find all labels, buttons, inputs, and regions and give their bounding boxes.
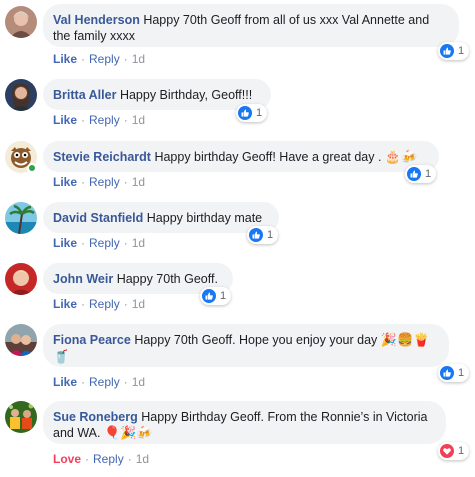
- comment-bubble: Sue Roneberg Happy Birthday Geoff. From …: [43, 401, 446, 444]
- comment-actions: Like · Reply · 1d: [53, 113, 146, 127]
- reaction-count-badge[interactable]: 1: [247, 226, 279, 244]
- reaction-count-badge[interactable]: 1: [438, 364, 470, 382]
- comment-author[interactable]: Britta Aller: [53, 88, 116, 102]
- comment-bubble: David Stanfield Happy birthday mate: [43, 202, 279, 233]
- reaction-count: 1: [220, 290, 227, 302]
- comment-text: Happy birthday Geoff! Have a great day .: [154, 150, 382, 164]
- comment-actions: Like · Reply · 1d: [53, 52, 146, 66]
- love-icon: [440, 444, 454, 458]
- like-link[interactable]: Like: [53, 175, 77, 189]
- like-icon: [440, 44, 454, 58]
- like-link[interactable]: Like: [53, 113, 77, 127]
- comment-emoji: 🎂🍻: [384, 150, 418, 165]
- reaction-count-badge[interactable]: 1: [405, 165, 437, 183]
- comment-text: Happy 70th Geoff.: [116, 272, 218, 286]
- reaction-count: 1: [267, 229, 274, 241]
- like-link[interactable]: Like: [53, 375, 77, 389]
- reply-link[interactable]: Reply: [89, 236, 120, 250]
- like-icon: [440, 366, 454, 380]
- love-link[interactable]: Love: [53, 452, 81, 466]
- timestamp[interactable]: 1d: [132, 52, 145, 66]
- comment-author[interactable]: Stevie Reichardt: [53, 150, 151, 164]
- online-status-indicator: [27, 163, 37, 173]
- comment-author[interactable]: Sue Roneberg: [53, 410, 138, 424]
- timestamp[interactable]: 1d: [132, 375, 145, 389]
- like-link[interactable]: Like: [53, 52, 77, 66]
- timestamp[interactable]: 1d: [132, 175, 145, 189]
- comment-bubble: Britta Aller Happy Birthday, Geoff!!!: [43, 79, 271, 110]
- reaction-count: 1: [458, 367, 465, 379]
- comment-text: Happy 70th Geoff. Hope you enjoy your da…: [134, 333, 378, 347]
- reply-link[interactable]: Reply: [89, 297, 120, 311]
- reaction-count: 1: [458, 445, 465, 457]
- reaction-count-badge[interactable]: 1: [236, 104, 268, 122]
- comment-author[interactable]: David Stanfield: [53, 211, 143, 225]
- like-icon: [238, 106, 252, 120]
- like-icon: [407, 167, 421, 181]
- comment-actions: Like · Reply · 1d: [53, 236, 146, 250]
- comment-bubble: Fiona Pearce Happy 70th Geoff. Hope you …: [43, 324, 449, 367]
- timestamp[interactable]: 1d: [136, 452, 149, 466]
- comment-bubble: Stevie Reichardt Happy birthday Geoff! H…: [43, 141, 439, 172]
- comment-text: Happy Birthday, Geoff!!!: [119, 88, 253, 102]
- comment-actions: Like · Reply · 1d: [53, 297, 146, 311]
- reaction-count-badge[interactable]: 1: [438, 442, 470, 460]
- comment-actions: Like · Reply · 1d: [53, 175, 146, 189]
- avatar[interactable]: [5, 263, 37, 295]
- timestamp[interactable]: 1d: [132, 113, 145, 127]
- reply-link[interactable]: Reply: [89, 113, 120, 127]
- timestamp[interactable]: 1d: [132, 236, 145, 250]
- avatar[interactable]: [5, 6, 37, 38]
- reaction-count: 1: [256, 107, 263, 119]
- reaction-count-badge[interactable]: 1: [200, 287, 232, 305]
- reply-link[interactable]: Reply: [89, 375, 120, 389]
- comment-author[interactable]: Val Henderson: [53, 13, 140, 27]
- comment-actions: Love · Reply · 1d: [53, 452, 150, 466]
- avatar[interactable]: [5, 324, 37, 356]
- like-link[interactable]: Like: [53, 236, 77, 250]
- avatar[interactable]: [5, 79, 37, 111]
- like-icon: [202, 289, 216, 303]
- comment-author[interactable]: John Weir: [53, 272, 113, 286]
- like-icon: [249, 228, 263, 242]
- comment-actions: Like · Reply · 1d: [53, 375, 146, 389]
- comment-author[interactable]: Fiona Pearce: [53, 333, 131, 347]
- comment-emoji: 🎈🎉🍻: [103, 426, 153, 441]
- reply-link[interactable]: Reply: [89, 175, 120, 189]
- like-link[interactable]: Like: [53, 297, 77, 311]
- reaction-count: 1: [458, 45, 465, 57]
- reaction-count-badge[interactable]: 1: [438, 42, 470, 60]
- avatar[interactable]: [5, 401, 37, 433]
- reaction-count: 1: [425, 168, 432, 180]
- reply-link[interactable]: Reply: [93, 452, 124, 466]
- comment-text: Happy birthday mate: [146, 211, 263, 225]
- avatar[interactable]: [5, 202, 37, 234]
- comment-bubble: Val Henderson Happy 70th Geoff from all …: [43, 4, 459, 47]
- timestamp[interactable]: 1d: [132, 297, 145, 311]
- reply-link[interactable]: Reply: [89, 52, 120, 66]
